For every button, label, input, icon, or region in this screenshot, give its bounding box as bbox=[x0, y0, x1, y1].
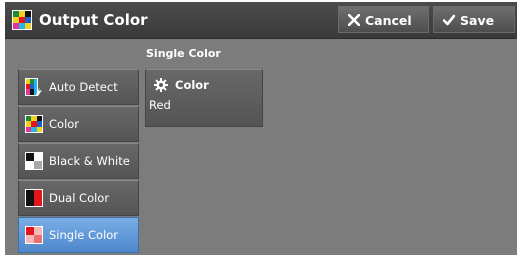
output-color-icon bbox=[12, 10, 32, 30]
option-single-color[interactable]: Single Color bbox=[18, 217, 139, 253]
option-label: Black & White bbox=[49, 154, 130, 168]
option-dual-color[interactable]: Dual Color bbox=[18, 180, 139, 216]
cancel-label: Cancel bbox=[365, 13, 412, 28]
cancel-button[interactable]: Cancel bbox=[338, 6, 429, 33]
dual-color-icon bbox=[25, 189, 43, 207]
auto-detect-icon bbox=[25, 78, 42, 96]
gear-icon bbox=[154, 78, 168, 92]
output-color-screen: Output Color Cancel Save Single Color Au… bbox=[5, 2, 517, 255]
option-label: Color bbox=[49, 117, 80, 131]
single-color-icon bbox=[25, 226, 43, 244]
option-label: Dual Color bbox=[49, 191, 110, 205]
option-color[interactable]: Color bbox=[18, 106, 139, 142]
color-setting-heading: Color bbox=[175, 78, 209, 92]
color-setting-value: Red bbox=[149, 98, 171, 112]
option-black-white[interactable]: Black & White bbox=[18, 143, 139, 179]
color-icon bbox=[25, 115, 43, 133]
option-label: Auto Detect bbox=[49, 80, 118, 94]
page-title: Output Color bbox=[39, 11, 148, 29]
option-auto-detect[interactable]: Auto Detect bbox=[18, 69, 139, 105]
option-label: Single Color bbox=[49, 228, 119, 242]
title-bar: Output Color Cancel Save bbox=[5, 2, 517, 39]
black-white-icon bbox=[25, 152, 43, 170]
checkmark-icon bbox=[443, 14, 455, 26]
close-icon bbox=[348, 14, 360, 26]
save-label: Save bbox=[460, 13, 495, 28]
section-label: Single Color bbox=[146, 47, 221, 60]
save-button[interactable]: Save bbox=[433, 6, 515, 33]
color-setting-button[interactable]: Color Red bbox=[145, 69, 263, 127]
